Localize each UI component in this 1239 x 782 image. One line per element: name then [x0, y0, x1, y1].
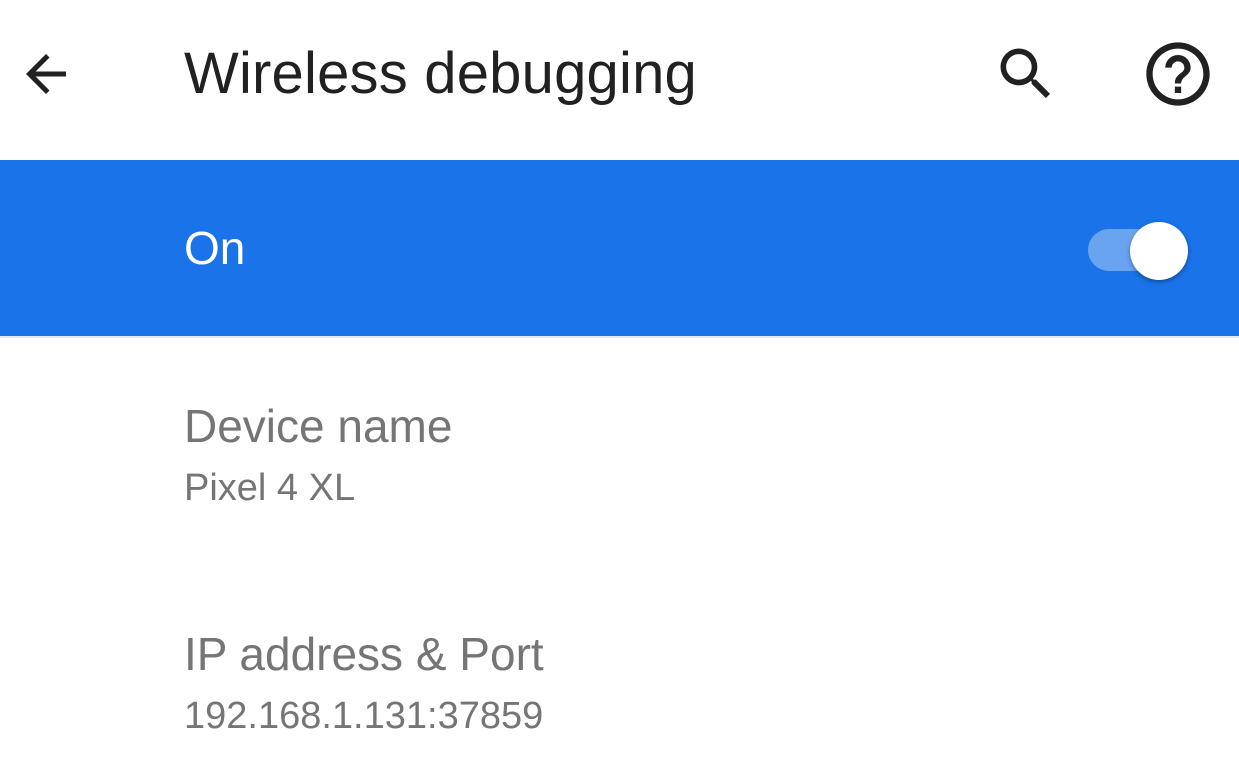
divider: [0, 336, 1239, 338]
master-toggle-switch[interactable]: [1086, 220, 1196, 280]
device-name-title: Device name: [184, 400, 453, 452]
help-button[interactable]: [1136, 36, 1220, 112]
back-arrow-icon: [26, 54, 66, 94]
toggle-thumb: [1130, 222, 1188, 280]
help-icon: [1146, 42, 1210, 106]
device-name-item[interactable]: Device name Pixel 4 XL: [0, 340, 1239, 560]
ip-address-port-value: 192.168.1.131:37859: [184, 695, 544, 737]
device-name-value: Pixel 4 XL: [184, 467, 356, 509]
app-bar: Wireless debugging: [0, 0, 1239, 160]
back-button[interactable]: [10, 38, 82, 110]
search-icon: [1000, 48, 1051, 99]
ip-address-port-item[interactable]: IP address & Port 192.168.1.131:37859: [0, 560, 1239, 782]
master-switch-bar[interactable]: On: [0, 160, 1239, 336]
master-switch-label: On: [184, 222, 246, 274]
page-title: Wireless debugging: [184, 41, 697, 106]
search-button[interactable]: [986, 38, 1066, 110]
ip-address-port-title: IP address & Port: [184, 628, 544, 680]
